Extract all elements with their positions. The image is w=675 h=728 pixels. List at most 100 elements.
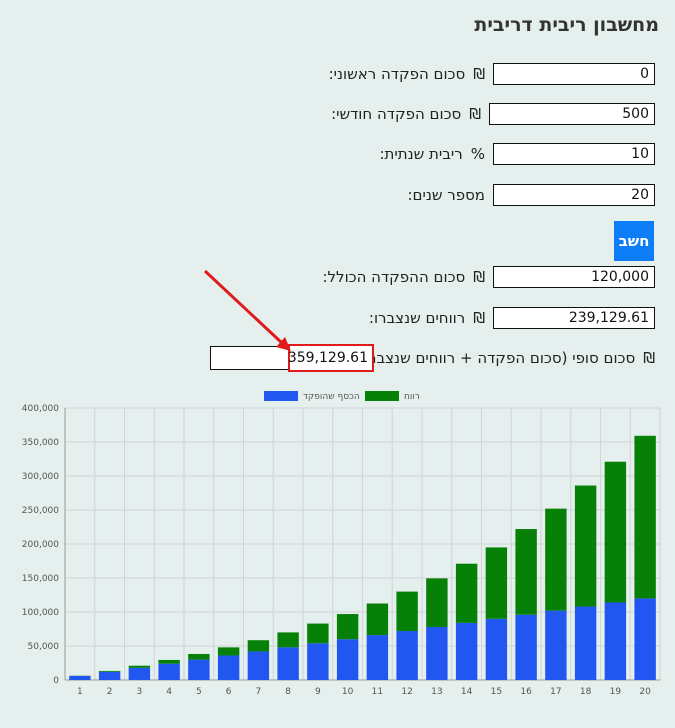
shekel-unit: ₪ [473,268,485,286]
total-deposit-output[interactable] [493,266,655,288]
bar-deposited [515,614,537,680]
y-tick-label: 50,000 [28,642,60,652]
y-tick-label: 250,000 [22,506,59,516]
x-tick-label: 8 [285,687,291,697]
bar-profit [604,461,627,603]
initial-deposit-label: סכום הפקדה ראשוני: [328,65,466,83]
final-amount-input-bg [210,346,290,370]
bar-deposited [307,643,329,680]
final-amount-row: סכום סופי (סכום הפקדה + רווחים שנצברו): … [353,346,655,370]
bar-profit [336,614,359,640]
legend-label: הכסף שהופקד [303,392,360,402]
x-tick-label: 3 [137,687,143,697]
bar-profit [247,640,270,652]
growth-chart: 0 50,000 100,000 150,000 200,000 250,000 300,0… [22,391,661,697]
earnings-output[interactable] [493,307,655,329]
shekel-unit: ₪ [469,105,481,123]
earnings-label: רווחים שנצברו: [368,309,466,327]
x-tick-label: 15 [491,687,502,697]
bar-profit [158,659,180,664]
x-tick-label: 18 [580,687,592,697]
x-tick-label: 17 [550,687,561,697]
arrow-line [203,269,284,345]
percent-unit: % [470,145,485,163]
earnings-row: רווחים שנצברו: ₪ [369,306,655,330]
bar-profit [188,653,210,660]
bar-deposited [455,622,478,680]
final-amount-output: 359,129.61 [287,350,368,366]
x-tick-label: 14 [461,687,473,697]
x-tick-label: 13 [431,687,442,697]
bar-profit [217,647,240,656]
y-tick-label: 300,000 [22,472,59,482]
bar-profit [574,485,597,607]
bar-deposited [574,606,597,680]
bar-profit [634,435,656,599]
bar-deposited [69,675,91,680]
y-tick-label: 200,000 [22,540,59,550]
y-tick-label: 150,000 [22,574,59,584]
bar-profit [366,603,389,636]
bar-deposited [217,655,240,680]
initial-deposit-row: סכום הפקדה ראשוני: ₪ [329,62,655,86]
calculate-button[interactable]: חשב [614,221,654,261]
shekel-unit: ₪ [473,309,485,327]
highlight-box: 359,129.61 [288,344,374,372]
y-tick-label: 400,000 [22,404,59,414]
initial-deposit-input[interactable] [493,63,655,85]
bar-profit [545,508,567,611]
bar-deposited [247,651,270,680]
final-amount-label: סכום סופי (סכום הפקדה + רווחים שנצברו): [353,349,636,367]
years-row: מספר שנים: [407,183,655,207]
bar-deposited [634,598,656,680]
monthly-deposit-row: סכום הפקדה חודשי: ₪ [331,102,655,126]
bar-profit [426,578,448,627]
shekel-unit: ₪ [643,349,655,367]
bar-deposited [98,671,121,680]
x-tick-label: 10 [342,687,354,697]
annual-interest-input[interactable] [493,143,655,165]
years-input[interactable] [493,184,655,206]
bar-profit [396,591,418,632]
bar-profit [98,670,121,672]
shekel-unit: ₪ [473,65,485,83]
bar-deposited [128,667,151,680]
x-tick-label: 11 [372,687,383,697]
legend-swatch [365,391,399,401]
bar-profit [277,632,299,648]
legend-label: רווח [404,392,420,402]
bar-deposited [545,610,567,680]
page-title: מחשבון ריבית דריבית [474,14,659,36]
monthly-deposit-label: סכום הפקדה חודשי: [331,105,462,123]
final-amount-field[interactable]: 359,129.61 [210,344,376,372]
x-tick-label: 12 [401,687,412,697]
y-tick-label: 0 [53,676,59,686]
x-tick-label: 20 [639,687,651,697]
y-tick-label: 350,000 [22,438,59,448]
x-tick-label: 2 [107,687,113,697]
bar-deposited [396,631,418,680]
annual-interest-row: ריבית שנתית: % [380,142,655,166]
bar-profit [515,529,537,615]
years-label: מספר שנים: [407,186,485,204]
bar-deposited [426,626,448,680]
bar-deposited [336,639,359,680]
bar-profit [485,547,508,619]
bar-profit [307,623,329,644]
x-tick-label: 5 [196,687,202,697]
y-tick-label: 100,000 [22,608,59,618]
total-deposit-label: סכום ההפקדה הכולל: [322,268,466,286]
bar-deposited [158,663,180,680]
bar-deposited [277,647,299,680]
x-tick-label: 4 [166,687,172,697]
bar-deposited [604,602,627,680]
x-tick-label: 6 [226,687,232,697]
bar-profit [455,563,478,623]
legend-swatch [264,391,298,401]
x-tick-label: 9 [315,687,321,697]
bar-deposited [485,618,508,680]
monthly-deposit-input[interactable] [489,103,655,125]
total-deposit-row: סכום ההפקדה הכולל: ₪ [322,265,655,289]
x-tick-label: 1 [77,687,83,697]
bar-deposited [366,635,389,680]
